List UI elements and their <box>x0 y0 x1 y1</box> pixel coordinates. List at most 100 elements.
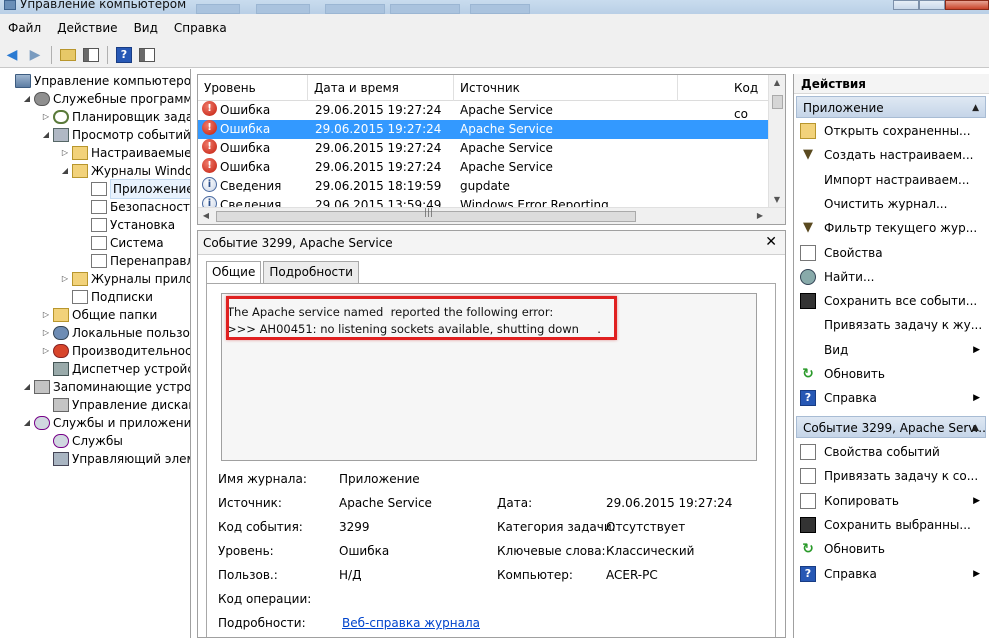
expand-icon[interactable]: ▷ <box>41 306 51 324</box>
tree-item[interactable]: Управление дисками <box>41 396 190 414</box>
action-item[interactable]: ▼ Фильтр текущего жур... <box>800 216 984 240</box>
expand-icon[interactable]: ▷ <box>41 342 51 360</box>
action-item[interactable]: ▼ Создать настраиваем... <box>800 143 984 167</box>
shared-folder-icon <box>53 308 69 322</box>
tab-details[interactable]: Подробности <box>263 261 359 283</box>
tree-item[interactable]: Установка <box>79 216 175 234</box>
menu-action[interactable]: Действие <box>49 14 125 42</box>
action-item[interactable]: Привязать задачу к со... <box>800 464 984 488</box>
action-item[interactable]: Сохранить все событи... <box>800 289 984 313</box>
help-button[interactable]: ? <box>114 45 134 65</box>
scroll-up-icon[interactable]: ▲ <box>769 75 785 91</box>
expand-icon[interactable]: ▷ <box>60 144 70 162</box>
action-item[interactable]: Вид ▶ <box>800 338 984 362</box>
tree-item[interactable]: ▷ Планировщик заданий <box>41 108 190 126</box>
tree-item[interactable]: ◢ Журналы Windows <box>60 162 190 180</box>
collapse-icon[interactable]: ◢ <box>22 378 32 396</box>
event-row[interactable]: ! Ошибка 29.06.2015 19:27:24 Apache Service <box>198 101 769 120</box>
action-item[interactable]: Открыть сохраненны... <box>800 119 984 143</box>
tree-item[interactable]: ▷ Настраиваемые пр <box>60 144 190 162</box>
horizontal-scrollbar[interactable]: ◀ ||| ▶ <box>198 207 785 224</box>
vertical-scrollbar[interactable]: ▲ ▼ <box>768 75 785 208</box>
tree-item[interactable]: Управляющий элемен <box>41 450 190 468</box>
action-item[interactable]: ↻ Обновить <box>800 537 984 561</box>
actions-section-event[interactable]: Событие 3299, Apache Serv... ▲ <box>796 416 986 438</box>
show-hide-tree-button[interactable] <box>81 45 101 65</box>
event-message-box[interactable]: The Apache service named reported the fo… <box>221 293 757 461</box>
expand-icon[interactable]: ▷ <box>60 270 70 288</box>
close-window-button[interactable] <box>945 0 989 10</box>
action-item[interactable]: Очистить журнал... <box>800 192 984 216</box>
action-item[interactable]: Свойства <box>800 241 984 265</box>
console-tree[interactable]: Управление компьютером (л◢Служебные прог… <box>0 69 191 638</box>
tree-item[interactable]: ▷ Журналы приложе <box>60 270 190 288</box>
action-item[interactable]: ? Справка ▶ <box>800 386 984 410</box>
action-item[interactable]: Сохранить выбранны... <box>800 513 984 537</box>
error-icon: ! <box>202 139 217 154</box>
action-item[interactable]: Свойства событий <box>800 440 984 464</box>
collapse-icon[interactable]: ◢ <box>22 414 32 432</box>
maximize-button[interactable] <box>919 0 945 10</box>
event-row[interactable]: ! Ошибка 29.06.2015 19:27:24 Apache Service <box>198 120 769 139</box>
back-icon[interactable]: ◀ <box>2 45 22 65</box>
tree-item[interactable]: ◢ Служебные программы <box>22 90 190 108</box>
tree-item[interactable]: ▷ Общие папки <box>41 306 157 324</box>
scroll-down-icon[interactable]: ▼ <box>769 192 785 208</box>
menu-view[interactable]: Вид <box>126 14 166 42</box>
event-row[interactable]: ! Ошибка 29.06.2015 19:27:24 Apache Service <box>198 158 769 177</box>
collapse-icon[interactable]: ◢ <box>41 126 51 144</box>
tree-item[interactable]: ▷ Производительность <box>41 342 190 360</box>
tab-general[interactable]: Общие <box>206 261 262 284</box>
collapse-icon[interactable]: ▲ <box>972 97 979 117</box>
tree-item[interactable]: Диспетчер устройств <box>41 360 190 378</box>
action-label: Очистить журнал... <box>824 196 948 211</box>
event-list[interactable]: Уровень Дата и время Источник Код со ! Ош… <box>197 74 786 225</box>
tree-item[interactable]: Безопасность <box>79 198 190 216</box>
event-log-online-help-link[interactable]: Веб-справка журнала <box>342 616 480 630</box>
action-label: Импорт настраиваем... <box>824 172 970 187</box>
action-item[interactable]: Копировать ▶ <box>800 489 984 513</box>
column-header-level[interactable]: Уровень <box>198 75 308 101</box>
tree-item[interactable]: ◢ Запоминающие устройст <box>22 378 190 396</box>
tree-item[interactable]: Система <box>79 234 164 252</box>
tree-item[interactable]: Управление компьютером (л <box>3 72 190 90</box>
tree-item[interactable]: ◢ Просмотр событий <box>41 126 190 144</box>
up-folder-button[interactable] <box>58 45 78 65</box>
scroll-left-icon[interactable]: ◀ <box>198 208 214 224</box>
tree-item[interactable]: ▷ Локальные пользовате <box>41 324 190 342</box>
tree-item[interactable]: Службы <box>41 432 123 450</box>
actions-section-application[interactable]: Приложение ▲ <box>796 96 986 118</box>
scroll-right-icon[interactable]: ▶ <box>752 208 768 224</box>
collapse-icon[interactable]: ▲ <box>972 417 979 437</box>
action-label: Копировать <box>824 493 899 508</box>
collapse-icon[interactable]: ◢ <box>22 90 32 108</box>
action-label: Вид <box>824 342 849 357</box>
menu-file[interactable]: Файл <box>0 14 49 42</box>
menu-help[interactable]: Справка <box>166 14 235 42</box>
expand-icon[interactable]: ▷ <box>41 324 51 342</box>
show-hide-actions-button[interactable] <box>137 45 157 65</box>
action-item[interactable]: ? Справка ▶ <box>800 562 984 586</box>
tree-item[interactable]: Перенаправлен <box>79 252 190 270</box>
column-header-source[interactable]: Источник <box>454 75 678 101</box>
action-item[interactable]: Привязать задачу к жу... <box>800 313 984 337</box>
action-item[interactable]: ↻ Обновить <box>800 362 984 386</box>
minimize-button[interactable] <box>893 0 919 10</box>
tree-item[interactable]: Подписки <box>60 288 153 306</box>
event-list-header: Уровень Дата и время Источник Код со <box>198 75 772 121</box>
event-row[interactable]: i Сведения 29.06.2015 18:19:59 gupdate <box>198 177 769 196</box>
scroll-thumb[interactable] <box>772 95 783 109</box>
toolbar: ◀ ▶ ? <box>0 42 989 68</box>
column-header-event-id[interactable]: Код со <box>728 75 772 121</box>
forward-icon[interactable]: ▶ <box>25 45 45 65</box>
tree-item[interactable]: Приложение <box>79 179 190 199</box>
expand-icon[interactable]: ▷ <box>41 108 51 126</box>
users-icon <box>53 326 69 340</box>
action-item[interactable]: Найти... <box>800 265 984 289</box>
close-icon[interactable]: ✕ <box>765 231 777 253</box>
column-header-datetime[interactable]: Дата и время <box>308 75 454 101</box>
action-item[interactable]: Импорт настраиваем... <box>800 168 984 192</box>
event-row[interactable]: ! Ошибка 29.06.2015 19:27:24 Apache Service <box>198 139 769 158</box>
tree-item[interactable]: ◢ Службы и приложения <box>22 414 190 432</box>
collapse-icon[interactable]: ◢ <box>60 162 70 180</box>
